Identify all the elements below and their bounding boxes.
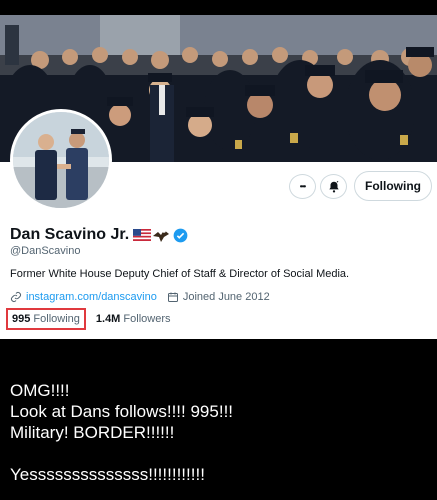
verified-badge-icon bbox=[173, 228, 188, 242]
avatar[interactable] bbox=[10, 109, 112, 211]
followers-label: Followers bbox=[123, 313, 171, 325]
following-count-link[interactable]: 995 Following bbox=[6, 308, 86, 330]
caption-line bbox=[10, 443, 233, 464]
caption-line: Military! BORDER!!!!!! bbox=[10, 423, 175, 442]
following-button[interactable]: Following bbox=[354, 171, 432, 201]
caption-line: OMG!!!! bbox=[10, 381, 70, 400]
profile-name-row: Dan Scavino Jr. bbox=[10, 226, 188, 244]
notifications-button[interactable] bbox=[320, 174, 347, 199]
profile-meta: instagram.com/danscavino Joined June 201… bbox=[10, 291, 270, 303]
more-icon: ••• bbox=[299, 182, 306, 191]
profile-link[interactable]: instagram.com/danscavino bbox=[26, 291, 157, 303]
followers-count: 1.4M bbox=[95, 313, 121, 325]
caption-line: Yessssssssssssss!!!!!!!!!!!! bbox=[10, 465, 205, 484]
following-label: Following bbox=[33, 313, 80, 325]
profile-handle: @DanScavino bbox=[10, 245, 81, 257]
following-count: 995 bbox=[12, 313, 31, 325]
profile-bio: Former White House Deputy Chief of Staff… bbox=[10, 268, 350, 280]
calendar-icon bbox=[167, 292, 178, 302]
top-bar bbox=[0, 0, 437, 15]
more-button[interactable]: ••• bbox=[289, 174, 316, 199]
eagle-icon bbox=[153, 229, 170, 242]
profile-name: Dan Scavino Jr. bbox=[10, 226, 130, 243]
link-icon bbox=[11, 292, 21, 302]
caption: OMG!!!! Look at Dans follows!!!! 995!!! … bbox=[10, 380, 233, 485]
profile-counts: 995 Following 1.4M Followers bbox=[6, 308, 171, 330]
us-flag-icon bbox=[133, 229, 152, 241]
caption-line: Look at Dans follows!!!! 995!!! bbox=[10, 402, 234, 421]
followers-count-link[interactable]: 1.4M Followers bbox=[96, 313, 171, 325]
bell-icon bbox=[328, 180, 339, 193]
profile-joined: Joined June 2012 bbox=[182, 291, 270, 303]
